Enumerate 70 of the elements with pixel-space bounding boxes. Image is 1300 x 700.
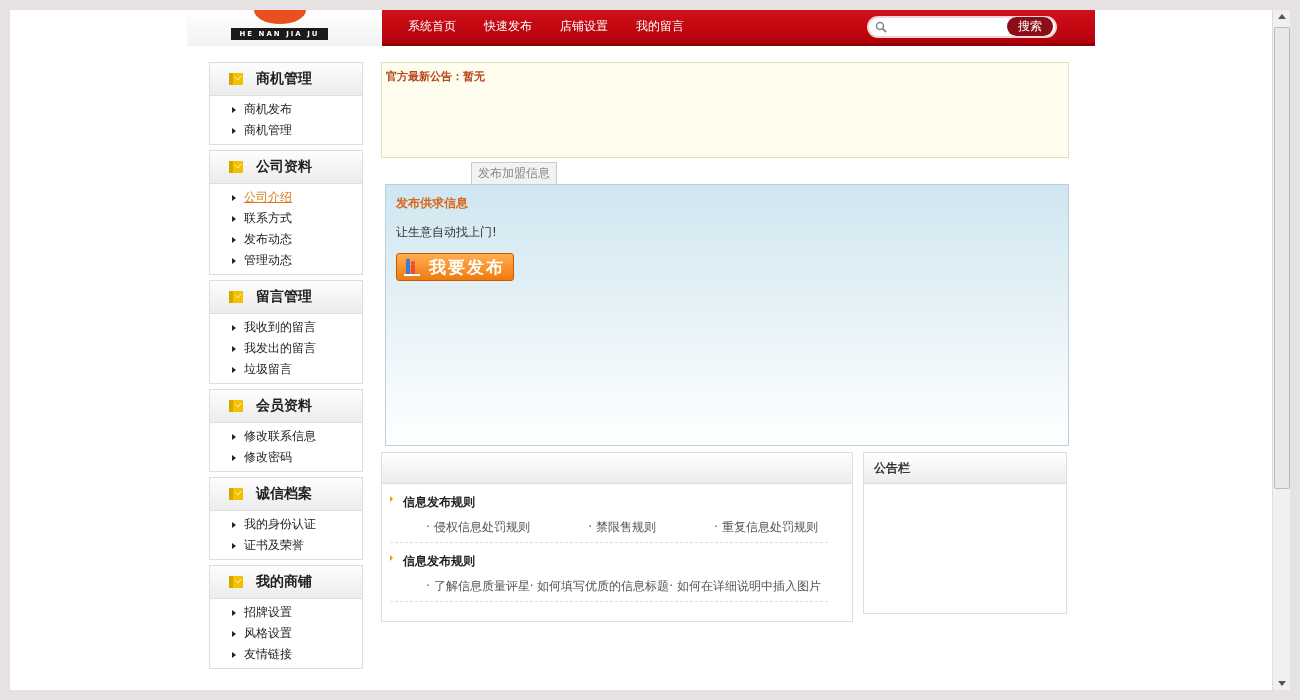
down-arrow-icon[interactable]	[1277, 681, 1286, 686]
bullet-icon	[232, 609, 236, 616]
sidebar-item[interactable]: 我发出的留言	[244, 340, 316, 357]
bullet-icon	[232, 106, 236, 113]
sidebar-item[interactable]: 发布动态	[244, 231, 292, 248]
rule-link[interactable]: · 如何填写优质的信息标题	[529, 578, 670, 595]
bullet-icon	[232, 215, 236, 222]
sidebar-item[interactable]: 商机管理	[244, 122, 292, 139]
section-title: 会员资料	[256, 397, 312, 415]
search-field[interactable]: 搜索	[867, 15, 1057, 38]
sidebar-item[interactable]: 管理动态	[244, 252, 292, 269]
sidebar-item[interactable]: 友情链接	[244, 646, 292, 663]
rule-link[interactable]: · 禁限售规则	[588, 519, 656, 536]
board-title: 公告栏	[874, 459, 910, 477]
sidebar-item[interactable]: 修改密码	[244, 449, 292, 466]
bullet-icon	[232, 127, 236, 134]
folder-icon	[228, 290, 244, 304]
bullet-icon	[232, 542, 236, 549]
group-title: 信息发布规则	[403, 494, 475, 511]
sidebar-item[interactable]: 我收到的留言	[244, 319, 316, 336]
bullet-icon	[232, 630, 236, 637]
group-title: 信息发布规则	[403, 553, 475, 570]
section-title: 诚信档案	[256, 485, 312, 503]
folder-icon	[228, 487, 244, 501]
folder-icon	[228, 72, 244, 86]
bullet-icon	[390, 496, 393, 502]
logo-icon	[251, 10, 308, 24]
section-title: 我的商铺	[256, 573, 312, 591]
folder-icon	[228, 160, 244, 174]
sidebar-item[interactable]: 我的身份认证	[244, 516, 316, 533]
rule-link[interactable]: · 重复信息处罚规则	[714, 519, 818, 536]
nav-link[interactable]: 我的留言	[622, 18, 698, 35]
bullet-icon	[232, 454, 236, 461]
sidebar-item[interactable]: 证书及荣誉	[244, 537, 304, 554]
bullet-icon	[232, 366, 236, 373]
rule-link[interactable]: · 了解信息质量评星	[426, 578, 530, 595]
panel-title: 发布供求信息	[396, 195, 469, 212]
bullet-icon	[232, 433, 236, 440]
sidebar-item[interactable]: 垃圾留言	[244, 361, 292, 378]
up-arrow-icon[interactable]	[1277, 14, 1286, 19]
slogan-text: 让生意自动找上门!	[396, 224, 498, 241]
bullet-icon	[232, 324, 236, 331]
sidebar-item[interactable]: 风格设置	[244, 625, 292, 642]
folder-icon	[228, 575, 244, 589]
rule-link[interactable]: · 如何在详细说明中插入图片	[669, 578, 821, 595]
nav-link[interactable]: 店铺设置	[546, 18, 622, 35]
bullet-icon	[232, 521, 236, 528]
sidebar-item[interactable]: 招牌设置	[244, 604, 292, 621]
search-icon	[875, 20, 887, 33]
sidebar-item[interactable]: 联系方式	[244, 210, 292, 227]
rule-link[interactable]: · 侵权信息处罚规则	[426, 519, 530, 536]
people-icon	[403, 258, 421, 276]
sidebar-item[interactable]: 修改联系信息	[244, 428, 316, 445]
section-title: 留言管理	[256, 288, 312, 306]
bullet-icon	[232, 345, 236, 352]
scroll-thumb[interactable]	[1273, 27, 1290, 489]
bullet-icon	[232, 651, 236, 658]
bullet-icon	[232, 194, 236, 201]
folder-icon	[228, 399, 244, 413]
search-button[interactable]: 搜索	[1007, 17, 1053, 36]
scrollbar[interactable]	[1272, 10, 1290, 690]
nav-link[interactable]: 快速发布	[470, 18, 546, 35]
bullet-icon	[390, 555, 393, 561]
bullet-icon	[232, 257, 236, 264]
nav-link[interactable]: 系统首页	[394, 18, 470, 35]
section-title: 公司资料	[256, 158, 312, 176]
section-title: 商机管理	[256, 70, 312, 88]
notice-text: 官方最新公告：暂无	[386, 70, 485, 83]
sidebar-item[interactable]: 商机发布	[244, 101, 292, 118]
bullet-icon	[232, 236, 236, 243]
